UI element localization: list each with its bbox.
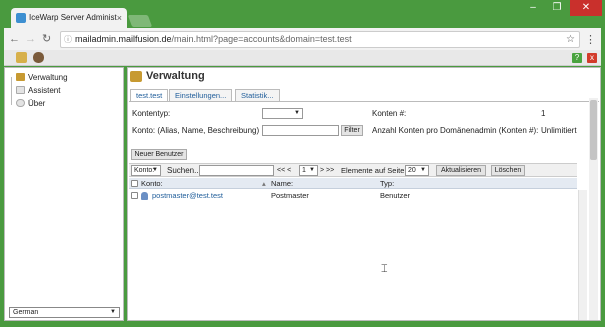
konto-filter-label: Konto: (Alias, Name, Beschreibung) [132, 126, 260, 135]
row-typ: Benutzer [380, 191, 411, 200]
page-select[interactable]: 1 ▼ [299, 165, 318, 176]
address-bar[interactable]: ⓘ mailadmin.mailfusion.de/main.html?page… [60, 31, 580, 48]
chevron-down-icon: ▼ [294, 110, 300, 116]
url-domain: mailadmin.mailfusion.de [75, 34, 172, 44]
app-toolbar [4, 50, 601, 66]
chevron-down-icon: ▼ [420, 167, 426, 173]
help-icon[interactable]: ? [572, 53, 582, 63]
konten-count-value: 1 [541, 109, 546, 118]
search-label: Suchen... [167, 166, 201, 175]
kontentyp-select[interactable]: ▼ [262, 108, 303, 119]
column-typ[interactable]: Typ: [380, 179, 394, 188]
grid-header [129, 178, 577, 189]
per-page-label: Elemente auf Seite: [341, 166, 407, 175]
admin-folder-icon [16, 73, 25, 81]
tab-einstellungen[interactable]: Einstellungen... [169, 89, 233, 101]
scrollbar-thumb[interactable] [590, 100, 597, 160]
tree-line [11, 77, 12, 105]
browser-menu-icon[interactable]: ⋮ [585, 33, 596, 46]
grid-scrollbar[interactable] [578, 190, 587, 320]
reload-icon[interactable]: ↻ [42, 33, 51, 45]
url-path: /main.html?page=accounts&domain=test.tes… [171, 34, 352, 44]
user-icon[interactable] [33, 52, 44, 63]
new-tab-button[interactable] [127, 15, 153, 27]
column-konto[interactable]: Konto: [141, 179, 163, 188]
chevron-down-icon: ▼ [309, 167, 315, 173]
column-name[interactable]: Name: [271, 179, 293, 188]
page-title: Verwaltung [146, 70, 205, 82]
row-konto[interactable]: postmaster@test.test [152, 190, 223, 202]
row-name: Postmaster [271, 191, 309, 200]
per-page-value: 20 [408, 167, 416, 174]
close-window-button[interactable]: ✕ [570, 0, 602, 16]
forward-icon[interactable]: → [25, 33, 36, 45]
accounts-per-admin-label: Anzahl Konten pro Domänenadmin (Konten #… [372, 126, 539, 135]
info-icon: ⓘ [64, 35, 72, 44]
admin-folder-icon [130, 71, 142, 82]
tree-item-label: Verwaltung [28, 73, 68, 82]
filter-button[interactable]: Filter [341, 125, 363, 136]
select-all-checkbox[interactable] [131, 180, 138, 187]
minimize-button[interactable]: – [522, 0, 544, 16]
kontentyp-label: Kontentyp: [132, 109, 171, 118]
chevron-down-icon: ▼ [152, 167, 158, 173]
user-icon [141, 192, 148, 200]
text-cursor-icon: ⌶ [381, 263, 388, 275]
tab-title: IceWarp Server Administ [29, 13, 117, 22]
delete-button[interactable]: Löschen [491, 165, 525, 176]
bookmark-star-icon[interactable]: ☆ [566, 32, 575, 47]
page-select-value: 1 [302, 167, 306, 174]
back-icon[interactable]: ← [9, 33, 20, 45]
konto-filter-input[interactable] [262, 125, 339, 136]
maximize-button[interactable]: ❐ [546, 0, 568, 16]
accounts-per-admin-value: Unlimitiert [541, 126, 577, 135]
folder-icon[interactable] [16, 52, 27, 63]
tab-domain[interactable]: test.test [130, 89, 169, 101]
logout-icon[interactable]: x [587, 53, 597, 63]
about-icon [16, 99, 25, 107]
tab-divider [129, 101, 599, 102]
tree-item-assistent[interactable]: Assistent [16, 86, 60, 96]
tab-statistik[interactable]: Statistik... [235, 89, 280, 101]
tree-item-verwaltung[interactable]: Verwaltung [16, 73, 68, 83]
per-page-select[interactable]: 20 ▼ [405, 165, 429, 176]
row-checkbox[interactable] [131, 192, 138, 199]
search-field-select[interactable]: Konto: ▼ [131, 165, 161, 176]
browser-tab[interactable]: IceWarp Server Administ × [11, 8, 127, 28]
tree-item-label: Assistent [28, 86, 61, 95]
icewarp-favicon-icon [16, 13, 26, 23]
tree-item-uber[interactable]: Über [16, 99, 45, 109]
konten-count-label: Konten #: [372, 109, 407, 118]
refresh-button[interactable]: Aktualisieren [436, 165, 486, 176]
language-select[interactable]: German ▼ [9, 307, 120, 318]
search-input[interactable] [199, 165, 274, 176]
wizard-icon [16, 86, 25, 94]
new-user-button[interactable]: Neuer Benutzer [131, 149, 187, 160]
pager-prev[interactable]: << < [277, 166, 291, 176]
language-value: German [13, 309, 39, 316]
sort-icon: ▴ [262, 179, 266, 188]
tab-close-icon[interactable]: × [117, 8, 122, 28]
pager-next[interactable]: > >> [320, 166, 334, 176]
chevron-down-icon: ▼ [110, 309, 116, 315]
tree-item-label: Über [28, 99, 46, 108]
